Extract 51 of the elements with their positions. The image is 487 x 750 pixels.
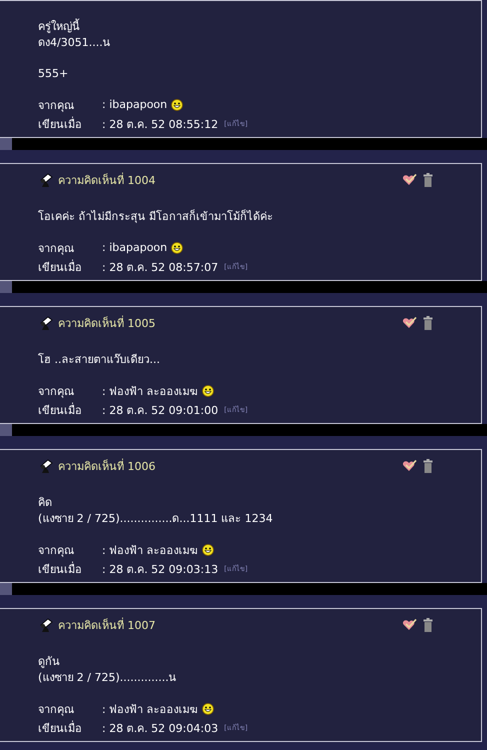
post-date: : 28 ต.ค. 52 08:55:12 <box>102 116 218 132</box>
smiley-icon <box>171 242 184 254</box>
smiley-icon <box>171 98 184 110</box>
post-date: : 28 ต.ค. 52 08:57:07 <box>102 260 218 276</box>
heart-check-icon[interactable] <box>402 174 417 186</box>
comment-text: ดูกัน (แงซาย 2 / 725)..............น <box>38 654 178 686</box>
comment-text: โฮ ..ละสายตาแว๊บเดียว... <box>38 352 161 368</box>
trash-icon[interactable] <box>423 618 433 632</box>
from-label: จากคุณ <box>38 384 75 400</box>
date-label: เขียนเมื่อ <box>38 116 83 132</box>
author-name: : ฟองฟ้า ละอองเมฆ <box>102 702 198 718</box>
comment-title: ความคิดเห็นที่ 1006 <box>58 458 156 475</box>
post-date: : 28 ต.ค. 52 09:04:03 <box>102 720 218 736</box>
figure-icon <box>38 315 54 331</box>
comment-title: ความคิดเห็นที่ 1007 <box>58 616 156 634</box>
from-label: จากคุณ <box>38 240 75 256</box>
author-name: : ฟองฟ้า ละอองเมฆ <box>102 542 198 558</box>
smiley-icon <box>202 544 214 556</box>
from-label: จากคุณ <box>38 542 75 558</box>
author-name: : ฟองฟ้า ละอองเมฆ <box>102 384 198 400</box>
trash-icon[interactable] <box>423 459 433 473</box>
comment-text: โอเคค่ะ ถ้าไม่มีกระสุน มีโอกาสก็เข้ามาโม้ก็ได้ค่ะ <box>38 209 274 225</box>
comment-text: 555+ <box>38 66 70 82</box>
figure-icon <box>38 172 54 188</box>
side-marker <box>0 138 12 150</box>
heart-check-icon[interactable] <box>402 619 417 631</box>
side-marker <box>0 583 12 595</box>
smiley-icon <box>202 384 214 396</box>
date-label: เขียนเมื่อ <box>38 720 83 736</box>
figure-icon <box>38 458 54 474</box>
author-name: : ibapapoon <box>102 98 168 111</box>
date-label: เขียนเมื่อ <box>38 258 83 276</box>
comment-title: ความคิดเห็นที่ 1005 <box>58 314 156 332</box>
side-marker <box>0 424 12 436</box>
comment-text: ครู่ใหญ่นี้ ดง4/3051....น <box>38 19 112 51</box>
side-marker <box>0 281 12 293</box>
from-label: จากคุณ <box>38 98 75 114</box>
heart-check-icon[interactable] <box>402 460 417 472</box>
author-name: : ibapapoon <box>102 241 168 254</box>
date-label: เขียนเมื่อ <box>38 402 83 418</box>
post-date: : 28 ต.ค. 52 09:01:00 <box>102 402 218 418</box>
figure-icon <box>38 617 54 633</box>
comment-text: คิด (แงซาย 2 / 725)...............ด...1111 และ 1234 <box>38 495 274 527</box>
trash-icon[interactable] <box>423 173 433 187</box>
post-date: : 28 ต.ค. 52 09:03:13 <box>102 562 218 578</box>
from-label: จากคุณ <box>38 702 75 718</box>
heart-check-icon[interactable] <box>402 317 417 329</box>
comment-title: ความคิดเห็นที่ 1004 <box>58 172 156 189</box>
trash-icon[interactable] <box>423 316 433 330</box>
smiley-icon <box>202 702 214 714</box>
date-label: เขียนเมื่อ <box>38 560 83 578</box>
